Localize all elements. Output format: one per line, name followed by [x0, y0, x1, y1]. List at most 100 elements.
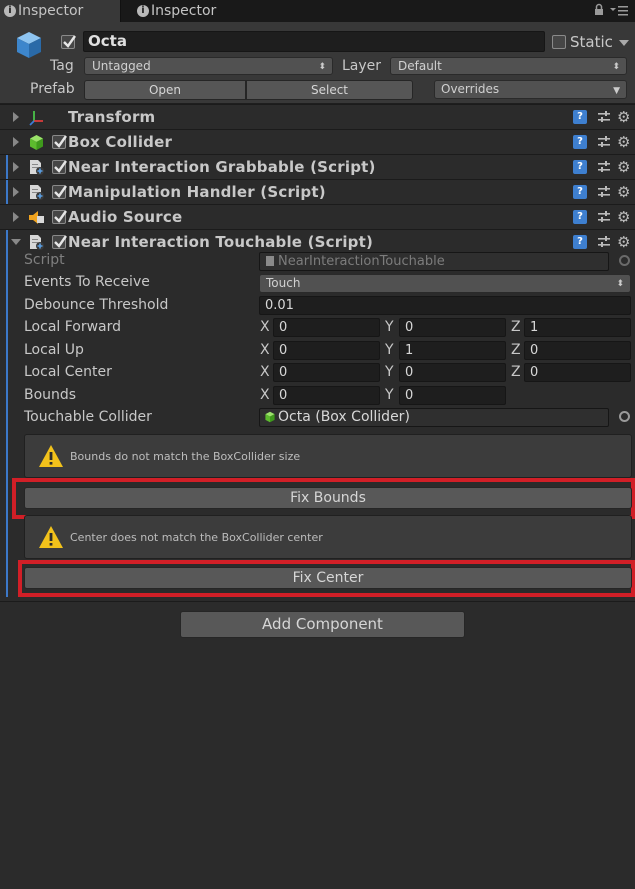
fix-center-label: Fix Center — [292, 570, 364, 586]
help-icon[interactable]: ? — [573, 210, 587, 224]
bounds-y-field[interactable]: 0 — [399, 386, 506, 405]
layer-dropdown[interactable]: Default ⬍ — [390, 57, 627, 75]
local-center-x-field[interactable]: 0 — [273, 363, 380, 382]
help-icon[interactable]: ? — [573, 110, 587, 124]
axis-y-label: Y — [385, 342, 394, 358]
local-up-z-field[interactable]: 0 — [524, 341, 631, 360]
enable-checkbox[interactable] — [52, 235, 67, 249]
tab-menu-icon[interactable] — [610, 5, 630, 20]
events-to-receive-dropdown[interactable]: Touch ⬍ — [259, 274, 631, 293]
local-center-y-field[interactable]: 0 — [399, 363, 506, 382]
local-up-label: Local Up — [24, 342, 84, 358]
object-picker-icon[interactable] — [619, 411, 630, 422]
enable-checkbox[interactable] — [52, 160, 67, 174]
box-collider-icon — [28, 134, 45, 151]
tag-dropdown[interactable]: Untagged ⬍ — [84, 57, 333, 75]
static-checkbox[interactable] — [552, 35, 566, 49]
axis-x-label: X — [260, 364, 270, 380]
static-dropdown-arrow-icon[interactable] — [619, 40, 629, 46]
help-icon[interactable]: ? — [573, 160, 587, 174]
fold-arrow-icon[interactable] — [13, 162, 19, 172]
overrides-dropdown[interactable]: Overrides ▼ — [434, 80, 627, 99]
local-up-y-field[interactable]: 1 — [399, 341, 506, 360]
layer-label: Layer — [342, 58, 382, 74]
object-name-text: Octa — [88, 32, 127, 50]
local-forward-x-field[interactable]: 0 — [273, 318, 380, 337]
fold-arrow-open-icon[interactable] — [11, 239, 21, 245]
value: 0 — [279, 388, 288, 403]
local-center-z-field[interactable]: 0 — [524, 363, 631, 382]
enable-checkbox[interactable] — [52, 185, 67, 199]
fold-arrow-icon[interactable] — [13, 187, 19, 197]
presets-icon[interactable] — [597, 135, 611, 149]
help-icon[interactable]: ? — [573, 135, 587, 149]
axis-y-label: Y — [385, 387, 394, 403]
box-collider-icon — [264, 411, 276, 428]
axis-z-label: Z — [511, 319, 521, 335]
fold-arrow-icon[interactable] — [13, 137, 19, 147]
add-component-button[interactable]: Add Component — [180, 611, 465, 638]
component-box-collider[interactable]: Box Collider ? ⚙ — [0, 129, 635, 154]
active-checkbox[interactable] — [61, 35, 76, 49]
fix-bounds-button[interactable]: Fix Bounds — [24, 487, 632, 509]
tab-inspector-2[interactable]: i Inspector — [133, 0, 243, 22]
tag-label: Tag — [50, 58, 74, 74]
touchable-collider-label: Touchable Collider — [24, 409, 152, 425]
touchable-collider-field[interactable]: Octa (Box Collider) — [259, 408, 609, 427]
info-icon: i — [137, 5, 149, 17]
help-icon[interactable]: ? — [573, 235, 587, 249]
events-to-receive-label: Events To Receive — [24, 274, 150, 290]
updown-arrow-icon: ⬍ — [616, 279, 624, 289]
component-audio-source[interactable]: Audio Source ? ⚙ — [0, 204, 635, 229]
component-manipulation-handler[interactable]: Manipulation Handler (Script) ? ⚙ — [0, 179, 635, 205]
updown-arrow-icon: ⬍ — [318, 62, 326, 72]
bounds-label: Bounds — [24, 387, 77, 403]
component-near-interaction-grabbable[interactable]: Near Interaction Grabbable (Script) ? ⚙ — [0, 154, 635, 180]
static-label: Static — [570, 33, 613, 51]
axis-z-label: Z — [511, 342, 521, 358]
script-accent-bar — [6, 180, 8, 205]
prefab-open-button[interactable]: Open — [84, 80, 246, 100]
gear-icon[interactable]: ⚙ — [617, 233, 635, 251]
gear-icon[interactable]: ⚙ — [617, 183, 635, 201]
fold-arrow-icon[interactable] — [13, 112, 19, 122]
presets-icon[interactable] — [597, 160, 611, 174]
component-transform[interactable]: Transform ? ⚙ — [0, 104, 635, 129]
help-icon[interactable]: ? — [573, 185, 587, 199]
add-component-label: Add Component — [262, 615, 383, 633]
gear-icon[interactable]: ⚙ — [617, 133, 635, 151]
prefab-select-button[interactable]: Select — [246, 80, 413, 100]
gear-icon[interactable]: ⚙ — [617, 108, 635, 126]
value: 0 — [530, 343, 539, 358]
script-accent-bar — [6, 230, 8, 255]
component-near-interaction-touchable[interactable]: Near Interaction Touchable (Script) ? ⚙ — [0, 229, 635, 255]
fold-arrow-icon[interactable] — [13, 212, 19, 222]
warning-icon — [38, 444, 64, 472]
local-up-x-field[interactable]: 0 — [273, 341, 380, 360]
bounds-x-field[interactable]: 0 — [273, 386, 380, 405]
object-name-field[interactable]: Octa — [83, 31, 545, 52]
prefab-label: Prefab — [30, 81, 75, 97]
local-forward-y-field[interactable]: 0 — [399, 318, 506, 337]
axis-x-label: X — [260, 342, 270, 358]
presets-icon[interactable] — [597, 185, 611, 199]
object-picker-icon — [619, 255, 630, 266]
axis-y-label: Y — [385, 319, 394, 335]
value: 0 — [279, 365, 288, 380]
enable-checkbox[interactable] — [52, 210, 67, 224]
presets-icon[interactable] — [597, 110, 611, 124]
debounce-threshold-field[interactable]: 0.01 — [259, 296, 631, 315]
gear-icon[interactable]: ⚙ — [617, 208, 635, 226]
bounds-warning-box: Bounds do not match the BoxCollider size — [24, 434, 632, 478]
transform-icon — [28, 109, 45, 126]
component-title: Near Interaction Touchable (Script) — [68, 233, 374, 251]
gear-icon[interactable]: ⚙ — [617, 158, 635, 176]
debounce-threshold-value: 0.01 — [265, 298, 294, 313]
local-forward-z-field[interactable]: 1 — [524, 318, 631, 337]
presets-icon[interactable] — [597, 235, 611, 249]
lock-icon[interactable] — [594, 3, 604, 19]
enable-checkbox[interactable] — [52, 135, 67, 149]
tab-inspector-1[interactable]: i Inspector — [0, 0, 121, 22]
presets-icon[interactable] — [597, 210, 611, 224]
fix-center-button[interactable]: Fix Center — [24, 567, 632, 589]
